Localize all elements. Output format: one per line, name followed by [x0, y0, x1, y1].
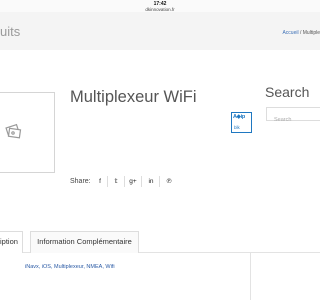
page-header: uits Accueil / Multiple: [0, 12, 320, 50]
breadcrumb-home-link[interactable]: Accueil: [282, 30, 298, 36]
breadcrumb-current: Multiple: [302, 30, 320, 36]
share-label: Share:: [70, 178, 91, 185]
tab-additional-information[interactable]: Information Complémentaire: [30, 231, 139, 253]
ios-status-bar: 17:42 dkinnovation.fr: [0, 0, 320, 12]
twitter-icon[interactable]: 𝕥: [110, 175, 122, 188]
product-image[interactable]: [0, 92, 55, 173]
pinterest-icon[interactable]: ℗: [163, 175, 175, 188]
share-divider: [159, 176, 160, 187]
brand-logo-subtext: blk: [234, 125, 240, 130]
breadcrumb: Accueil / Multiple: [282, 30, 320, 36]
share-divider: [141, 176, 142, 187]
brand-logo-text: A◆ip: [233, 114, 245, 120]
share-divider: [124, 176, 125, 187]
search-input[interactable]: [267, 114, 320, 126]
tab-panel-description: iNavx, iOS, Multiplexeur, NMEA, Wifi: [0, 253, 251, 300]
image-placeholder-icon: [5, 123, 22, 139]
tab-description[interactable]: iption: [0, 231, 23, 253]
search-field[interactable]: [266, 107, 320, 126]
main-content: Multiplexeur WiFi A◆ip blk Search Share:…: [0, 50, 320, 300]
search-heading: Search: [265, 84, 310, 100]
product-tags[interactable]: iNavx, iOS, Multiplexeur, NMEA, Wifi: [25, 264, 115, 270]
share-divider: [107, 176, 108, 187]
facebook-icon[interactable]: f: [94, 175, 106, 188]
section-title: uits: [0, 24, 21, 39]
product-title: Multiplexeur WiFi: [70, 88, 197, 106]
brand-logo[interactable]: A◆ip blk: [231, 112, 252, 133]
google-plus-icon[interactable]: g+: [127, 175, 139, 188]
linkedin-icon[interactable]: in: [145, 175, 157, 188]
